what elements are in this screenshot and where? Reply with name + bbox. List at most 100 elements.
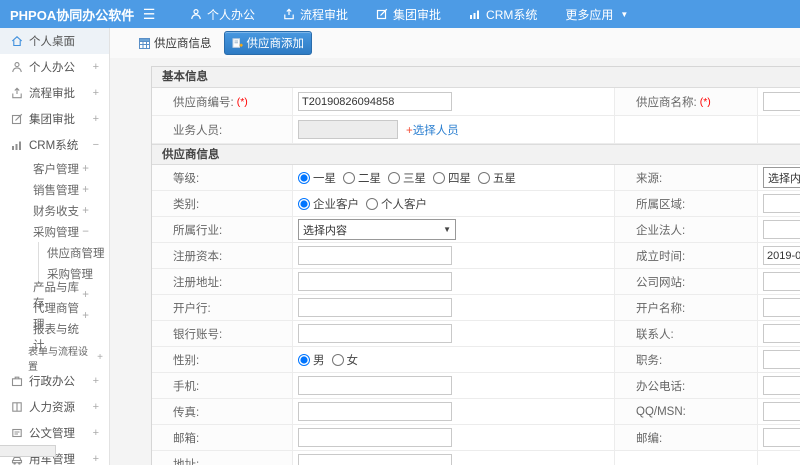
gender-radio-group: 男 女	[293, 347, 615, 372]
expand-icon[interactable]: +	[93, 61, 99, 73]
legal-person-input[interactable]	[763, 220, 800, 239]
industry-select[interactable]: 选择内容 ▼	[298, 219, 456, 240]
browser-status-box	[0, 445, 56, 457]
radio-input[interactable]	[388, 171, 400, 184]
radio-input[interactable]	[478, 171, 490, 184]
office-phone-input[interactable]	[763, 376, 800, 395]
staff-label: 业务人员:	[152, 116, 293, 143]
radio-input[interactable]	[366, 197, 378, 210]
tab-supplier-add[interactable]: 供应商添加	[223, 31, 312, 55]
gender-label: 性别:	[152, 347, 293, 372]
tab-supplier-info[interactable]: 供应商信息	[132, 32, 219, 54]
radio-option[interactable]: 四星	[433, 170, 471, 186]
radio-option[interactable]: 三星	[388, 170, 426, 186]
radio-option[interactable]: 女	[331, 352, 358, 368]
supplier-code-input[interactable]	[298, 92, 452, 111]
reg-address-input[interactable]	[298, 272, 452, 291]
form-row-industry-legal: 所属行业: 选择内容 ▼ 企业法人:	[152, 217, 800, 243]
radio-input[interactable]	[298, 197, 310, 210]
top-nav-crm[interactable]: CRM系统	[469, 6, 537, 23]
zip-input[interactable]	[763, 428, 800, 447]
radio-option[interactable]: 二星	[343, 170, 381, 186]
radio-option[interactable]: 企业客户	[298, 196, 359, 212]
upload-icon	[284, 8, 294, 20]
radio-option[interactable]: 个人客户	[366, 196, 427, 212]
sidebar-item-customer-mgmt[interactable]: 客户管理 +	[0, 158, 109, 179]
level-label: 等级:	[152, 165, 293, 190]
sidebar-item-form-flow-settings[interactable]: 表单与流程设置 +	[0, 347, 109, 373]
form-row-bank-accountname: 开户行: 开户名称:	[152, 295, 800, 321]
expand-icon[interactable]: +	[93, 87, 99, 99]
radio-input[interactable]	[343, 171, 355, 184]
collapse-icon[interactable]: −	[93, 139, 99, 151]
collapse-icon[interactable]: −	[82, 226, 89, 238]
book-icon	[12, 402, 22, 412]
add-document-icon	[232, 37, 243, 48]
radio-option[interactable]: 男	[298, 352, 325, 368]
sidebar-item-sales-mgmt[interactable]: 销售管理 +	[0, 179, 109, 200]
email-label: 邮箱:	[152, 425, 293, 450]
sidebar-item-supplier-mgmt[interactable]: 供应商管理	[38, 242, 109, 263]
sidebar-item-document-mgmt[interactable]: 公文管理 +	[0, 420, 109, 446]
website-label: 公司网站:	[615, 269, 758, 294]
radio-input[interactable]	[331, 353, 344, 366]
radio-input[interactable]	[433, 171, 445, 184]
founded-date-input[interactable]	[763, 246, 800, 265]
top-nav-personal-office[interactable]: 个人办公	[190, 6, 255, 23]
source-label: 来源:	[615, 165, 758, 190]
expand-icon[interactable]: +	[82, 205, 89, 217]
bank-input[interactable]	[298, 298, 452, 317]
sidebar-item-group-approval[interactable]: 集团审批 +	[0, 106, 109, 132]
expand-icon[interactable]: +	[93, 453, 99, 465]
required-mark: (*)	[236, 95, 248, 108]
supplier-name-input[interactable]	[763, 92, 800, 111]
top-nav-flow-approval[interactable]: 流程审批	[283, 6, 348, 23]
staff-input	[298, 120, 398, 139]
level-radio-group: 一星 二星 三星 四星 五星	[293, 165, 615, 190]
sidebar-item-personal-desktop[interactable]: 个人桌面	[0, 28, 109, 54]
contact-label: 联系人:	[615, 321, 758, 346]
top-nav-more-apps[interactable]: 更多应用 ▼	[565, 6, 628, 23]
radio-input[interactable]	[298, 171, 310, 184]
contact-input[interactable]	[763, 324, 800, 343]
source-select[interactable]: 选择内容▼	[763, 167, 800, 188]
hamburger-menu-icon[interactable]: ☰	[132, 6, 166, 23]
sidebar-item-crm[interactable]: CRM系统 −	[0, 132, 109, 158]
radio-option[interactable]: 一星	[298, 170, 336, 186]
bank-account-input[interactable]	[298, 324, 452, 343]
region-input[interactable]	[763, 194, 800, 213]
qq-input[interactable]	[763, 402, 800, 421]
radio-option[interactable]: 五星	[478, 170, 516, 186]
bar-chart-icon	[12, 141, 21, 150]
expand-icon[interactable]: +	[93, 375, 99, 387]
form-row-capital-founded: 注册资本: 成立时间:	[152, 243, 800, 269]
expand-icon[interactable]: +	[93, 113, 99, 125]
sidebar-item-flow-approval[interactable]: 流程审批 +	[0, 80, 109, 106]
website-input[interactable]	[763, 272, 800, 291]
top-nav-group-approval[interactable]: 集团审批	[376, 6, 441, 23]
expand-icon[interactable]: +	[93, 427, 99, 439]
position-input[interactable]	[763, 350, 800, 369]
category-label: 类别:	[152, 191, 293, 216]
plus-icon: +	[406, 124, 413, 137]
expand-icon[interactable]: +	[82, 289, 89, 301]
radio-input[interactable]	[298, 353, 310, 366]
capital-input[interactable]	[298, 246, 452, 265]
sidebar-item-finance[interactable]: 财务收支 +	[0, 200, 109, 221]
expand-icon[interactable]: +	[93, 401, 99, 413]
sidebar-item-purchase-mgmt[interactable]: 采购管理 −	[0, 221, 109, 242]
fax-input[interactable]	[298, 402, 452, 421]
email-input[interactable]	[298, 428, 452, 447]
address-input[interactable]	[298, 454, 452, 465]
supplier-name-label: 供应商名称: (*)	[615, 88, 758, 115]
sidebar-item-personal-office[interactable]: 个人办公 +	[0, 54, 109, 80]
section-header-basic: 基本信息	[152, 67, 800, 88]
account-name-input[interactable]	[763, 298, 800, 317]
sidebar-item-hr[interactable]: 人力资源 +	[0, 394, 109, 420]
briefcase-icon	[11, 376, 23, 387]
expand-icon[interactable]: +	[82, 163, 89, 175]
select-staff-link[interactable]: +选择人员	[406, 122, 459, 138]
expand-icon[interactable]: +	[97, 352, 103, 363]
expand-icon[interactable]: +	[82, 184, 89, 196]
mobile-input[interactable]	[298, 376, 452, 395]
